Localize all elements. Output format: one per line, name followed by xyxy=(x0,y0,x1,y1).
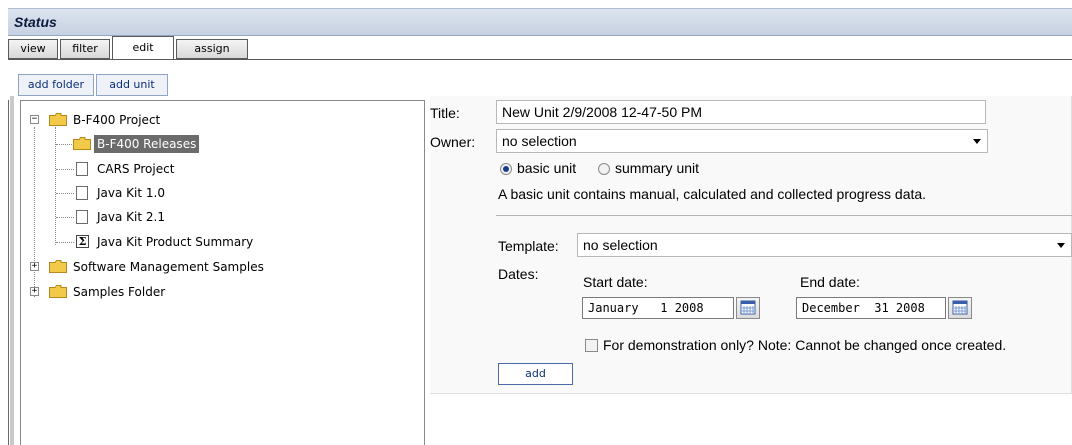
end-calendar-button[interactable] xyxy=(948,297,972,319)
title-label: Title: xyxy=(430,105,460,121)
folder-icon xyxy=(49,113,67,126)
expand-icon[interactable]: + xyxy=(30,287,39,296)
add-button[interactable]: add xyxy=(498,363,573,385)
tree-item-b-f400-releases[interactable]: B-F400 Releases xyxy=(21,135,421,153)
tree-item-java-kit-2-1[interactable]: Java Kit 2.1 xyxy=(21,208,421,226)
template-select-value: no selection xyxy=(583,237,658,253)
basic-unit-radio[interactable] xyxy=(500,163,512,175)
unit-type-description: A basic unit contains manual, calculated… xyxy=(498,186,927,202)
tab-filter[interactable]: filter xyxy=(60,39,110,59)
tree-item-label: Java Kit 1.0 xyxy=(97,186,165,200)
add-unit-button[interactable]: add unit xyxy=(96,74,168,96)
template-select[interactable]: no selection xyxy=(577,233,1072,257)
end-date-input[interactable]: December 31 2008 xyxy=(796,297,946,319)
owner-select[interactable]: no selection xyxy=(496,129,988,153)
tree-item-java-kit-1-0[interactable]: Java Kit 1.0 xyxy=(21,184,421,202)
tree-item-label: CARS Project xyxy=(97,162,175,176)
calendar-icon xyxy=(740,300,756,315)
add-folder-button[interactable]: add folder xyxy=(18,74,94,96)
unit-form: Title: New Unit 2/9/2008 12-47-50 PM Own… xyxy=(430,96,1072,394)
title-input[interactable]: New Unit 2/9/2008 12-47-50 PM xyxy=(496,100,986,124)
tree-item-label: Java Kit Product Summary xyxy=(97,235,254,249)
owner-select-value: no selection xyxy=(502,133,577,149)
tree-item-b-f400-project[interactable]: − B-F400 Project xyxy=(21,111,421,129)
end-date-label: End date: xyxy=(800,274,860,290)
tree-item-label: Software Management Samples xyxy=(73,260,264,274)
tab-view[interactable]: view xyxy=(8,39,58,59)
summary-unit-label: summary unit xyxy=(615,160,700,176)
chevron-down-icon xyxy=(1057,243,1065,248)
summary-unit-radio[interactable] xyxy=(598,163,610,175)
status-header: Status xyxy=(8,8,1072,36)
tree-guide xyxy=(56,242,74,243)
form-divider xyxy=(496,215,1072,216)
page-title: Status xyxy=(14,14,57,30)
owner-label: Owner: xyxy=(430,134,476,150)
basic-unit-label: basic unit xyxy=(517,160,577,176)
tree-item-java-kit-product-summary[interactable]: Σ Java Kit Product Summary xyxy=(21,233,421,251)
collapse-icon[interactable]: − xyxy=(30,115,39,124)
folder-icon xyxy=(49,285,67,298)
tree-item-cars-project[interactable]: CARS Project xyxy=(21,160,421,178)
file-icon xyxy=(76,210,88,224)
demo-only-label: For demonstration only? Note: Cannot be … xyxy=(603,337,1007,353)
tree-item-software-management-samples[interactable]: + Software Management Samples xyxy=(21,258,421,276)
tree-guide xyxy=(56,144,72,145)
tree-item-samples-folder[interactable]: + Samples Folder xyxy=(21,283,421,301)
tree-item-label: Samples Folder xyxy=(73,285,166,299)
tab-edit[interactable]: edit xyxy=(112,36,174,60)
start-date-input[interactable]: January 1 2008 xyxy=(582,297,734,319)
summary-icon: Σ xyxy=(76,235,89,248)
tree-item-label: B-F400 Project xyxy=(73,113,161,127)
tree-item-label: Java Kit 2.1 xyxy=(97,210,165,224)
tree-guide xyxy=(56,193,74,194)
tab-assign[interactable]: assign xyxy=(176,39,248,59)
edit-toolbar: add folder add unit xyxy=(8,60,1072,100)
file-icon xyxy=(76,186,88,200)
tab-bar: view filter edit assign xyxy=(8,36,1072,60)
left-border xyxy=(8,60,9,445)
tree-guide xyxy=(56,217,74,218)
demo-only-checkbox[interactable] xyxy=(585,339,598,352)
expand-icon[interactable]: + xyxy=(30,262,39,271)
chevron-down-icon xyxy=(973,139,981,144)
file-icon xyxy=(76,162,88,176)
left-scroll-edge xyxy=(10,96,14,445)
start-calendar-button[interactable] xyxy=(736,297,760,319)
start-date-label: Start date: xyxy=(583,274,648,290)
tree-guide xyxy=(56,169,74,170)
tree-panel: − B-F400 Project B-F400 Releases CARS Pr… xyxy=(20,100,425,445)
dates-label: Dates: xyxy=(498,266,539,282)
tree-item-label: B-F400 Releases xyxy=(94,135,200,153)
calendar-icon xyxy=(952,300,968,315)
folder-icon xyxy=(73,137,91,150)
folder-icon xyxy=(49,260,67,273)
template-label: Template: xyxy=(498,238,559,254)
